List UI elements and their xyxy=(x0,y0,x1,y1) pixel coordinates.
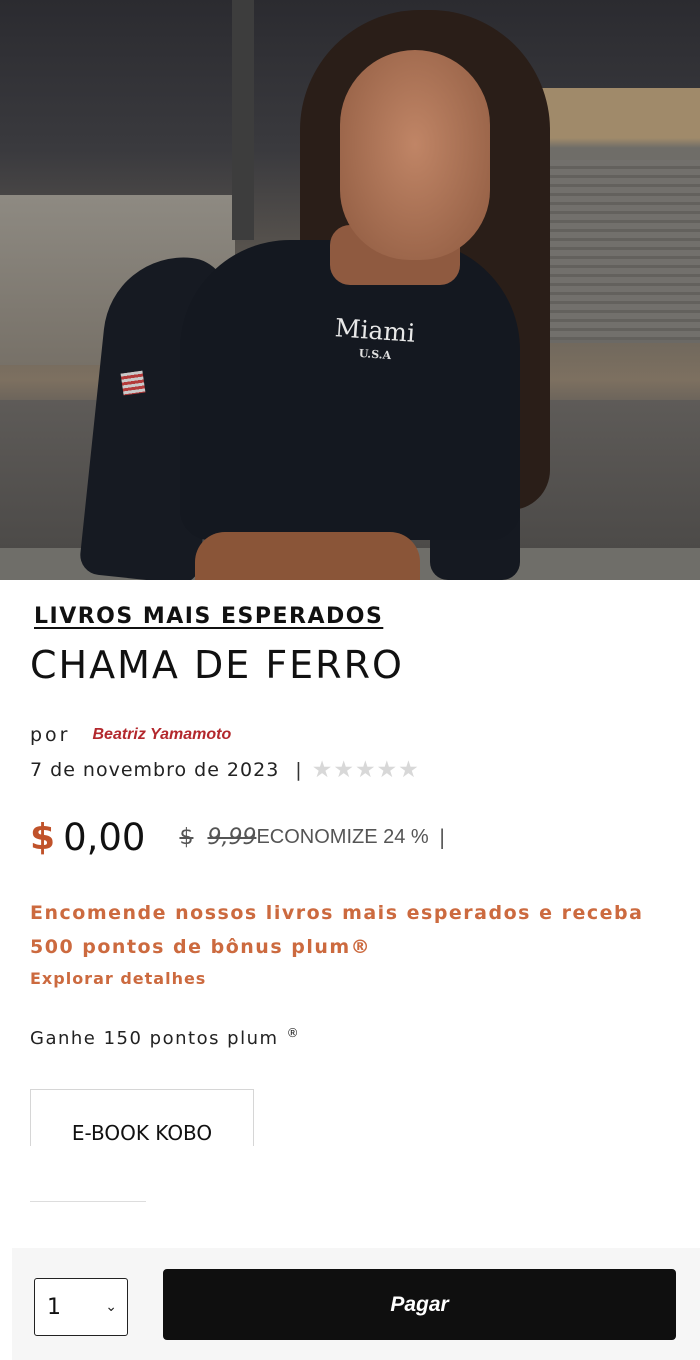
separator: | xyxy=(295,759,302,781)
background-pole xyxy=(232,0,254,240)
product-cover-image: Miami U.S.A xyxy=(0,0,700,580)
price-currency-symbol: $ xyxy=(30,816,56,858)
date-rating-row: 7 de novembro de 2023 | ★★★★★ xyxy=(30,756,420,784)
category-link[interactable]: LIVROS MAIS ESPERADOS xyxy=(34,604,383,629)
points-info: Ganhe 150 pontos plum ® xyxy=(30,1026,301,1058)
flag-patch-icon xyxy=(120,370,146,396)
explore-details-link[interactable]: Explorar detalhes xyxy=(30,969,206,988)
by-label: por xyxy=(30,724,71,746)
chevron-down-icon: ⌄ xyxy=(105,1299,117,1315)
pay-button-label: Pagar xyxy=(390,1292,449,1316)
rating-stars-icon[interactable]: ★★★★★ xyxy=(312,757,420,783)
savings-label: ECONOMIZE 24 % xyxy=(256,825,429,848)
author-row: por Beatriz Yamamoto xyxy=(30,722,231,748)
registered-mark: ® xyxy=(286,1026,301,1040)
current-price: 0,00 xyxy=(63,815,146,859)
person-midriff xyxy=(195,532,420,580)
person-face xyxy=(340,50,490,260)
format-label: E-BOOK KOBO xyxy=(71,1121,213,1145)
format-option-ebook[interactable]: E-BOOK KOBO xyxy=(30,1089,254,1146)
quantity-value: 1 xyxy=(47,1294,61,1320)
price-separator: | xyxy=(438,825,446,849)
format-divider xyxy=(30,1201,146,1202)
promo-text: Encomende nossos livros mais esperados e… xyxy=(30,902,644,958)
price-row: $ 0,00 $ 9,99 ECONOMIZE 24 % | xyxy=(30,812,445,862)
points-text: Ganhe 150 pontos plum xyxy=(30,1028,279,1049)
quantity-select[interactable]: 1 ⌄ xyxy=(34,1278,128,1336)
release-date: 7 de novembro de 2023 xyxy=(30,759,280,781)
original-price: 9,99 xyxy=(207,824,257,850)
author-link[interactable]: Beatriz Yamamoto xyxy=(93,726,232,744)
product-title: CHAMA DE FERRO xyxy=(30,643,404,687)
original-currency-symbol: $ xyxy=(179,824,194,850)
pay-button[interactable]: Pagar xyxy=(163,1269,676,1340)
person-torso xyxy=(180,240,520,540)
